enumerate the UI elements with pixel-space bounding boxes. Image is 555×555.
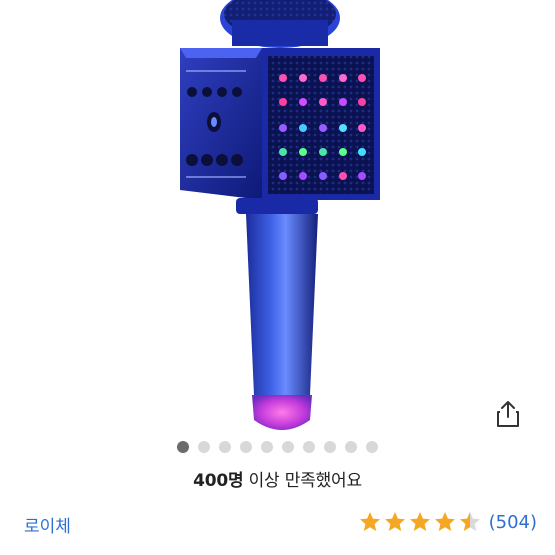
review-count: (504) xyxy=(488,511,537,533)
satisfaction-text: 400명 이상 만족했어요 xyxy=(0,466,555,491)
carousel-dot[interactable] xyxy=(261,441,273,453)
carousel-dot[interactable] xyxy=(198,441,210,453)
carousel-dot[interactable] xyxy=(366,441,378,453)
rating-summary[interactable]: (504) xyxy=(358,510,537,534)
star-icon xyxy=(459,512,480,531)
carousel-dot[interactable] xyxy=(240,441,252,453)
star-icon xyxy=(409,512,430,531)
carousel-dot[interactable] xyxy=(282,441,294,453)
satisfaction-count: 400명 xyxy=(193,471,244,491)
satisfaction-label: 이상 만족했어요 xyxy=(243,471,362,491)
product-image xyxy=(180,0,380,430)
carousel-dot[interactable] xyxy=(303,441,315,453)
carousel-dot[interactable] xyxy=(345,441,357,453)
star-icon xyxy=(359,512,380,531)
carousel-dot[interactable] xyxy=(219,441,231,453)
carousel-dot[interactable] xyxy=(324,441,336,453)
share-icon xyxy=(497,401,519,427)
seller-link[interactable]: 로이체 xyxy=(24,512,71,537)
share-button[interactable] xyxy=(490,396,526,432)
star-icon xyxy=(384,512,405,531)
carousel-indicator xyxy=(0,440,555,454)
carousel-dot[interactable] xyxy=(177,441,189,453)
star-icon xyxy=(434,512,455,531)
